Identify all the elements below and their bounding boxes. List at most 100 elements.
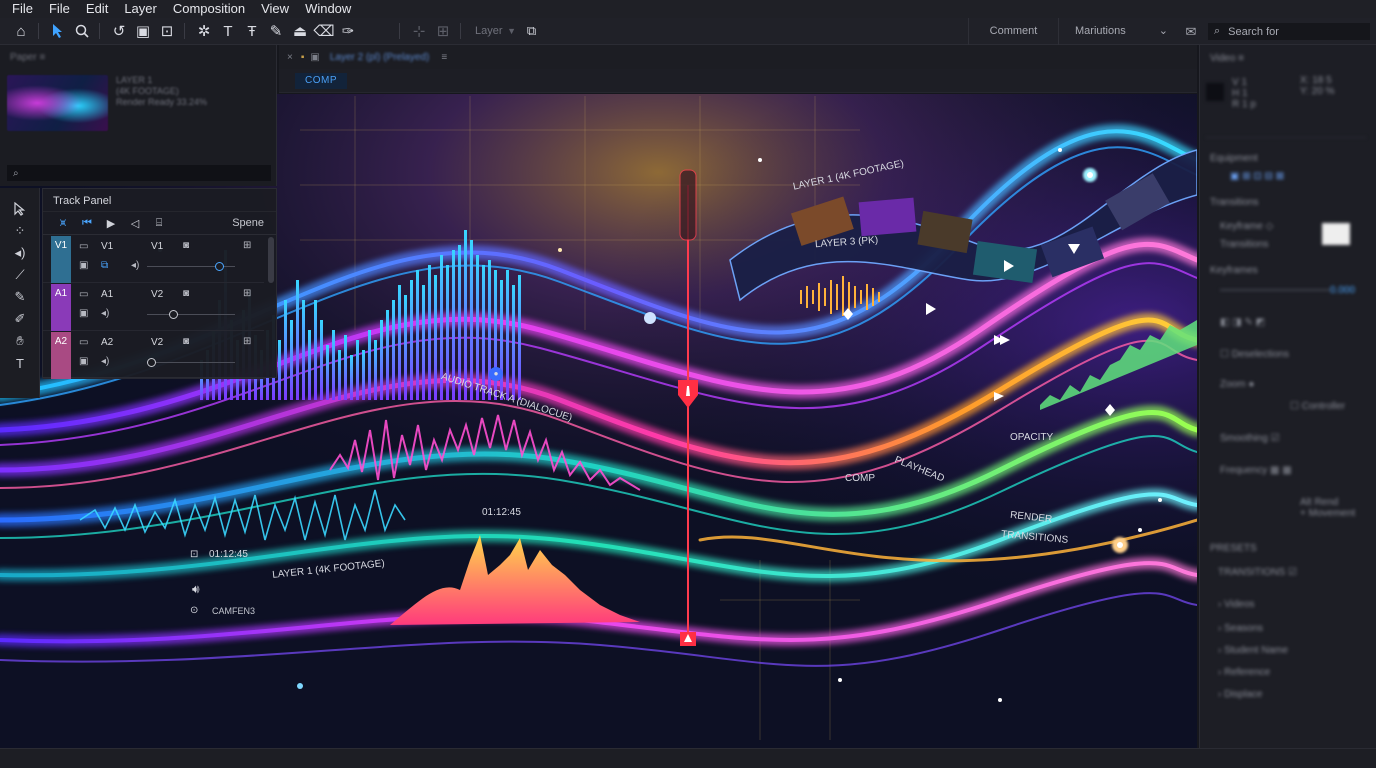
type-tool-icon[interactable]: T (0, 352, 40, 374)
volume-knob[interactable] (169, 310, 178, 319)
play-icon[interactable]: ▶ (99, 217, 123, 230)
track-row[interactable]: A2 ▭ A2 V2 ◙ ⊞ ▣ ◂) (43, 332, 264, 379)
volume-knob[interactable] (215, 262, 224, 271)
share-icon[interactable]: ⧉ (521, 20, 543, 42)
volume-icon[interactable]: ◂) (101, 356, 109, 367)
menu-edit[interactable]: Edit (78, 0, 116, 18)
selection-tool-icon[interactable] (47, 20, 69, 42)
volume-slider[interactable] (147, 310, 235, 319)
tab-menu-icon[interactable]: ≡ (441, 52, 447, 63)
mail-icon[interactable]: ✉ (1178, 24, 1204, 40)
pencil-tool-icon[interactable]: ✐ (0, 308, 40, 330)
track-row[interactable]: A1 ▭ A1 V2 ◙ ⊞ ▣ ◂) (43, 284, 264, 331)
image-icon[interactable]: ▣ (79, 260, 88, 271)
track-id: V1 (51, 236, 71, 283)
track-name: A1 (101, 289, 114, 300)
razor-tool-icon[interactable]: ⟋ (0, 264, 40, 286)
color-swatch[interactable] (1206, 83, 1224, 101)
menu-layer[interactable]: Layer (116, 0, 165, 18)
volume-slider[interactable] (147, 262, 235, 271)
volume-knob[interactable] (147, 358, 156, 367)
vertical-text-tool-icon[interactable]: Ŧ (241, 20, 263, 42)
prop-list-item[interactable]: › Videos (1218, 599, 1255, 610)
track-panel-toolbar: ⩙ ⏮ ▶ ◁ ⌸ Spene (43, 211, 276, 235)
prop-icons[interactable]: ◧ ◨ ✎ ◩ (1220, 317, 1265, 328)
brush-tool-icon[interactable]: ✎ (265, 20, 287, 42)
toolbar-divider (399, 23, 400, 39)
track-panel: Track Panel ⩙ ⏮ ▶ ◁ ⌸ Spene V1 ▭ V1 V1 ◙… (42, 188, 277, 379)
mask-tool-icon[interactable]: ✲ (193, 20, 215, 42)
eraser-icon[interactable]: ⌫ (313, 20, 335, 42)
image-icon[interactable]: ▣ (79, 356, 88, 367)
prop-list-item[interactable]: › Student Name (1218, 645, 1288, 656)
project-search-input[interactable]: ⌕ (7, 165, 271, 181)
comp-tag[interactable]: COMP (295, 73, 347, 89)
skip-icon[interactable]: ⏮ (75, 217, 99, 230)
comment-button[interactable]: Comment (968, 18, 1058, 45)
camera-icon[interactable]: ◙ (183, 288, 189, 299)
prop-list-item[interactable]: › Reference (1218, 667, 1270, 678)
timecode-left-icon: ⊡ (190, 549, 199, 560)
puppet-pin-icon[interactable]: ✑ (337, 20, 359, 42)
prop-slider[interactable] (1220, 289, 1330, 291)
volume-icon[interactable]: ◂) (101, 308, 109, 319)
volume-icon[interactable]: ◂) (131, 260, 139, 271)
track-row[interactable]: V1 ▭ V1 V1 ◙ ⊞ ▣ ⧉ ◂) (43, 236, 264, 283)
grid-icon[interactable]: ⊞ (243, 288, 251, 299)
track-panel-mode[interactable]: Spene (232, 217, 264, 229)
clip-icon: ▭ (79, 289, 89, 300)
prop-list-item[interactable]: › Seasons (1218, 623, 1263, 634)
camera-icon[interactable]: ◙ (183, 336, 189, 347)
text-tool-icon[interactable]: T (217, 20, 239, 42)
anchor-tool-icon[interactable]: ⊡ (156, 20, 178, 42)
home-icon[interactable]: ⌂ (10, 20, 32, 42)
library-icon[interactable]: ⌸ (147, 217, 171, 230)
search-input[interactable]: ⌕ Search for (1208, 23, 1370, 40)
camera-tool-icon[interactable]: ▣ (132, 20, 154, 42)
waveform-icon[interactable]: ⩙ (51, 217, 75, 230)
search-icon: ⌕ (1214, 25, 1221, 37)
track-panel-title: Track Panel (53, 195, 112, 207)
hand-tool-icon[interactable]: ✋︎ (0, 330, 40, 352)
pen-tool-icon[interactable]: ✎ (0, 286, 40, 308)
volume-slider[interactable] (147, 358, 235, 367)
track-output: V2 (151, 289, 164, 300)
footage-thumbnail[interactable] (7, 75, 108, 131)
prop-icons[interactable]: ▣ ⊞ ⊡ ⊟ ⊠ (1230, 171, 1284, 182)
menu-window[interactable]: Window (297, 0, 359, 18)
clone-stamp-icon[interactable]: ⏏ (289, 20, 311, 42)
link-icon[interactable]: ⧉ (101, 260, 108, 271)
mute-icon[interactable]: ◁ (123, 217, 147, 230)
layer-dropdown-label[interactable]: Layer (475, 25, 503, 37)
close-tab-icon[interactable]: × (287, 52, 293, 63)
marquee-tool-icon[interactable]: ⁘ (0, 220, 40, 242)
layer-dropdown-caret-icon[interactable]: ▼ (505, 20, 519, 42)
grid-icon[interactable]: ⊞ (243, 240, 251, 251)
rotate-icon[interactable]: ↺ (108, 20, 130, 42)
audio-tool-icon[interactable]: ◂) (0, 242, 40, 264)
properties-panel: Video ≡ V 1H 1R 1 p X: 18 5 Y: 20 % Equip… (1199, 45, 1376, 748)
lock-icon[interactable]: ▪ (301, 52, 305, 63)
align-icon[interactable]: ⊹ (408, 20, 430, 42)
grid-icon[interactable]: ⊞ (243, 336, 251, 347)
search-placeholder: Search for (1228, 25, 1279, 38)
comp-tab-bar: × ▪ ▣ Layer 2 (pl) (Prelayed) ≡ (279, 45, 1197, 69)
markers-dropdown[interactable]: Mariutions ⌄ (1058, 18, 1178, 45)
pointer-tool-icon[interactable] (0, 198, 40, 220)
comp-tab-title[interactable]: Layer 2 (pl) (Prelayed) (330, 52, 429, 63)
camera-icon[interactable]: ◙ (183, 240, 189, 251)
menu-composition[interactable]: Composition (165, 0, 253, 18)
toolbar-divider (460, 23, 461, 39)
prop-list-item[interactable]: › Displace (1218, 689, 1262, 700)
camera-label: CAMFEN3 (212, 606, 256, 616)
track-panel-scrollbar[interactable] (268, 237, 274, 283)
menu-file-2[interactable]: File (41, 0, 78, 18)
prop-text: TRANSITIONS ☑ (1218, 567, 1297, 578)
menu-file[interactable]: File (4, 0, 41, 18)
zoom-icon[interactable] (71, 20, 93, 42)
snap-icon[interactable]: ⊞ (432, 20, 454, 42)
menu-view[interactable]: View (253, 0, 297, 18)
image-icon[interactable]: ▣ (79, 308, 88, 319)
color-swatch[interactable] (1322, 223, 1350, 245)
track-name: A2 (101, 337, 114, 348)
